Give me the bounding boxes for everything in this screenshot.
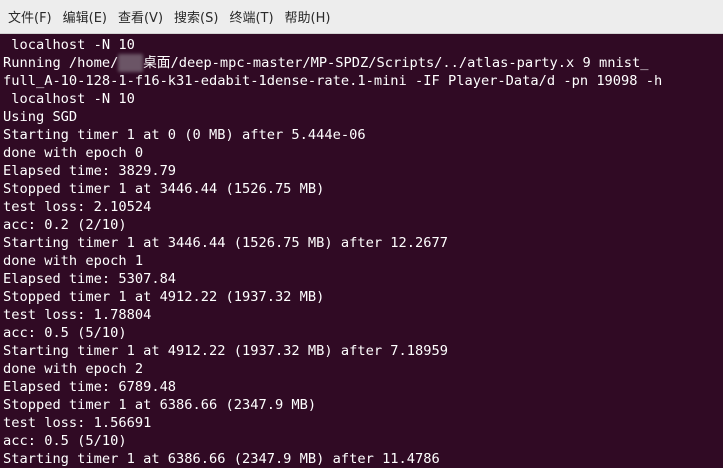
terminal-line: Elapsed time: 6789.48 bbox=[3, 379, 177, 395]
terminal-line: test loss: 1.78804 bbox=[3, 307, 152, 323]
terminal-line: Elapsed time: 3829.79 bbox=[3, 163, 177, 179]
terminal-window: 文件(F) 编辑(E) 查看(V) 搜索(S) 终端(T) 帮助(H) loca… bbox=[0, 0, 723, 468]
terminal-line: Stopped timer 1 at 4912.22 (1937.32 MB) bbox=[3, 289, 325, 305]
terminal-line: Starting timer 1 at 0 (0 MB) after 5.444… bbox=[3, 127, 366, 143]
menu-bar: 文件(F) 编辑(E) 查看(V) 搜索(S) 终端(T) 帮助(H) bbox=[0, 0, 723, 34]
terminal-line: Stopped timer 1 at 6386.66 (2347.9 MB) bbox=[3, 397, 317, 413]
menu-help[interactable]: 帮助(H) bbox=[285, 7, 331, 26]
terminal-line: Running /home/xxx桌面/deep-mpc-master/MP-S… bbox=[3, 54, 723, 72]
terminal-line: acc: 0.2 (2/10) bbox=[3, 217, 127, 233]
terminal-line: done with epoch 1 bbox=[3, 253, 144, 269]
terminal-line: Starting timer 1 at 6386.66 (2347.9 MB) … bbox=[3, 451, 440, 467]
terminal-line: full_A-10-128-1-f16-k31-edabit-1dense-ra… bbox=[3, 73, 663, 89]
terminal-line: localhost -N 10 bbox=[3, 37, 135, 53]
terminal-line: Elapsed time: 5307.84 bbox=[3, 271, 177, 287]
menu-file[interactable]: 文件(F) bbox=[8, 7, 52, 26]
terminal-line: done with epoch 2 bbox=[3, 361, 144, 377]
terminal-line: done with epoch 0 bbox=[3, 145, 144, 161]
terminal-line: Stopped timer 1 at 3446.44 (1526.75 MB) bbox=[3, 181, 325, 197]
terminal-line: localhost -N 10 bbox=[3, 91, 135, 107]
terminal-line: acc: 0.5 (5/10) bbox=[3, 433, 127, 449]
redacted-username: xxx bbox=[118, 54, 144, 72]
menu-view[interactable]: 查看(V) bbox=[118, 7, 163, 26]
terminal-line: Using SGD bbox=[3, 109, 78, 125]
terminal-line-suffix: 桌面/deep-mpc-master/MP-SPDZ/Scripts/../at… bbox=[143, 55, 649, 71]
terminal-line: acc: 0.5 (5/10) bbox=[3, 325, 127, 341]
terminal-line: Starting timer 1 at 3446.44 (1526.75 MB)… bbox=[3, 235, 448, 251]
terminal-line: test loss: 2.10524 bbox=[3, 199, 152, 215]
terminal-line: Starting timer 1 at 4912.22 (1937.32 MB)… bbox=[3, 343, 448, 359]
menu-search[interactable]: 搜索(S) bbox=[174, 7, 218, 26]
terminal-output[interactable]: localhost -N 10 Running /home/xxx桌面/deep… bbox=[0, 34, 723, 468]
menu-edit[interactable]: 编辑(E) bbox=[63, 7, 107, 26]
menu-terminal[interactable]: 终端(T) bbox=[229, 7, 273, 26]
terminal-line: test loss: 1.56691 bbox=[3, 415, 152, 431]
terminal-line-prefix: Running /home/ bbox=[3, 55, 119, 71]
